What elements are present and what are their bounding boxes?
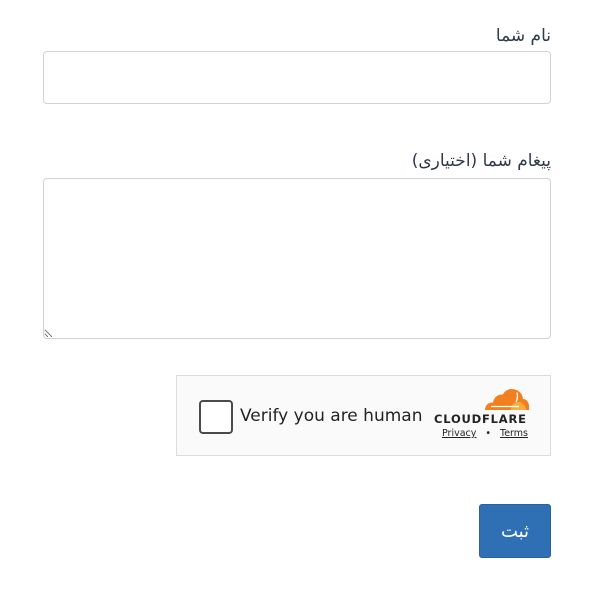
- cloudflare-logo: CLOUDFLARE: [432, 388, 532, 426]
- privacy-link[interactable]: Privacy: [442, 428, 476, 439]
- verify-text: Verify you are human: [240, 406, 423, 426]
- cloudflare-links: Privacy • Terms: [442, 428, 528, 439]
- name-input[interactable]: [43, 51, 551, 104]
- cloudflare-turnstile-widget: Verify you are human CLOUDFLARE Privacy •…: [176, 375, 551, 456]
- contact-form: نام شما پیغام شما (اختیاری) Verify you a…: [0, 0, 593, 590]
- message-label: پیغام شما (اختیاری): [411, 151, 551, 171]
- cloudflare-cloud-icon: [485, 389, 530, 410]
- name-label: نام شما: [495, 26, 551, 46]
- verify-checkbox[interactable]: [199, 400, 233, 434]
- cloudflare-wordmark: CLOUDFLARE: [434, 412, 527, 426]
- terms-link[interactable]: Terms: [500, 428, 528, 439]
- submit-button[interactable]: ثبت: [479, 504, 551, 558]
- message-textarea[interactable]: [43, 178, 551, 339]
- links-separator: •: [485, 428, 492, 439]
